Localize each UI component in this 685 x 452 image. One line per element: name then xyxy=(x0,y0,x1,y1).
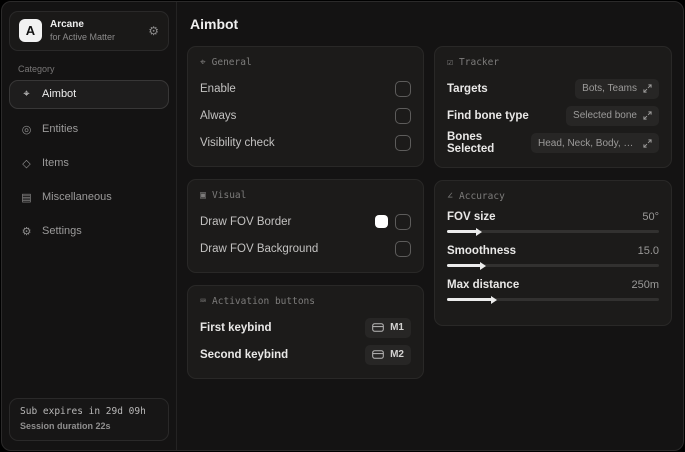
general-card-title: General xyxy=(211,57,252,68)
draw-fov-background-checkbox[interactable] xyxy=(395,240,411,257)
first-keybind-button[interactable]: M1 xyxy=(365,317,411,338)
slider-thumb[interactable] xyxy=(479,261,486,270)
angle-icon: ∠ xyxy=(447,191,454,202)
max-distance-label: Max distance xyxy=(447,279,520,291)
keyboard-icon: ⌨ xyxy=(200,296,207,307)
activation-buttons-card: ⌨ Activation buttons First keybind M1 Se… xyxy=(187,285,424,379)
crosshair-icon: ⌖ xyxy=(200,57,206,68)
sidebar-item-settings[interactable]: ⚙ Settings xyxy=(9,218,169,245)
sidebar-item-aimbot[interactable]: ⌖ Aimbot xyxy=(9,79,169,109)
draw-fov-background-label: Draw FOV Background xyxy=(200,242,319,255)
visibility-check-label: Visibility check xyxy=(200,136,275,149)
sidebar: A Arcane for Active Matter ⚙ Category ⌖ … xyxy=(2,2,177,450)
sidebar-item-entities[interactable]: ◎ Entities xyxy=(9,116,169,143)
brand-card: A Arcane for Active Matter ⚙ xyxy=(9,11,169,51)
second-keybind-row: Second keybind M2 xyxy=(200,343,411,366)
smoothness-label: Smoothness xyxy=(447,245,517,257)
draw-fov-background-row: Draw FOV Background xyxy=(200,237,411,260)
crosshair-icon: ⌖ xyxy=(23,87,30,100)
fov-size-slider[interactable] xyxy=(447,227,659,236)
fov-size-label: FOV size xyxy=(447,211,496,223)
main-panel: Aimbot ⌖ General Enable Always Visibilit… xyxy=(177,2,683,450)
session-duration-text: Session duration 22s xyxy=(20,420,111,431)
accuracy-card: ∠ Accuracy FOV size 50° Smoothness 15.0 … xyxy=(434,180,672,326)
activation-card-title: Activation buttons xyxy=(212,296,315,307)
sidebar-item-label: Aimbot xyxy=(42,88,77,101)
slider-thumb[interactable] xyxy=(475,227,482,236)
expand-icon xyxy=(643,111,652,120)
tracker-card: ☑ Tracker Targets Bots, Teams Find bone … xyxy=(434,46,672,168)
always-label: Always xyxy=(200,109,237,122)
max-distance-group: Max distance 250m xyxy=(447,279,659,304)
tracker-card-title: Tracker xyxy=(459,57,500,68)
gear-icon[interactable]: ⚙ xyxy=(148,24,159,38)
draw-fov-border-label: Draw FOV Border xyxy=(200,215,292,228)
bones-selected-label: Bones Selected xyxy=(447,131,495,155)
visibility-check-row: Visibility check xyxy=(200,131,411,154)
page-title: Aimbot xyxy=(190,16,239,32)
first-keybind-label: First keybind xyxy=(200,321,272,334)
slider-thumb[interactable] xyxy=(490,295,497,304)
entities-icon: ◎ xyxy=(21,123,32,136)
image-icon: ▣ xyxy=(200,190,207,201)
sidebar-item-label: Miscellaneous xyxy=(42,191,112,204)
targets-label: Targets xyxy=(447,82,488,95)
fov-size-group: FOV size 50° xyxy=(447,211,659,236)
enable-row: Enable xyxy=(200,77,411,100)
checkbox-icon: ☑ xyxy=(447,57,454,68)
sidebar-item-miscellaneous[interactable]: ▤ Miscellaneous xyxy=(9,184,169,211)
list-icon: ▤ xyxy=(21,191,32,204)
expand-icon xyxy=(643,138,652,148)
sidebar-item-items[interactable]: ◇ Items xyxy=(9,150,169,177)
visibility-check-checkbox[interactable] xyxy=(395,134,411,151)
smoothness-group: Smoothness 15.0 xyxy=(447,245,659,270)
mouse-icon xyxy=(372,323,384,332)
category-label: Category xyxy=(18,63,55,74)
smoothness-slider[interactable] xyxy=(447,261,659,270)
expand-icon xyxy=(643,84,652,93)
second-keybind-label: Second keybind xyxy=(200,348,289,361)
brand-subtitle: for Active Matter xyxy=(50,31,116,42)
cube-icon: ◇ xyxy=(22,157,31,170)
targets-dropdown[interactable]: Bots, Teams xyxy=(575,78,659,99)
brand-logo: A xyxy=(19,19,42,43)
visual-card: ▣ Visual Draw FOV Border Draw FOV Backgr… xyxy=(187,179,424,273)
general-card: ⌖ General Enable Always Visibility check xyxy=(187,46,424,167)
gear-icon: ⚙ xyxy=(21,225,32,238)
find-bone-type-row: Find bone type Selected bone xyxy=(447,104,659,127)
fov-size-value: 50° xyxy=(642,211,659,223)
brand-title: Arcane xyxy=(50,19,84,30)
bones-selected-dropdown[interactable]: Head, Neck, Body, Pe… xyxy=(531,133,659,153)
sub-expiry-text: Sub expires in 29d 09h xyxy=(20,406,146,418)
bones-selected-row: Bones Selected Head, Neck, Body, Pe… xyxy=(447,131,659,155)
find-bone-type-dropdown[interactable]: Selected bone xyxy=(566,105,659,126)
sidebar-item-label: Entities xyxy=(42,123,79,136)
app-window: A Arcane for Active Matter ⚙ Category ⌖ … xyxy=(1,1,684,451)
max-distance-value: 250m xyxy=(631,279,659,291)
accuracy-card-title: Accuracy xyxy=(459,191,505,202)
mouse-icon xyxy=(372,350,384,359)
draw-fov-border-row: Draw FOV Border xyxy=(200,210,411,233)
fov-border-color-swatch[interactable] xyxy=(375,215,388,228)
max-distance-slider[interactable] xyxy=(447,295,659,304)
draw-fov-border-checkbox[interactable] xyxy=(395,213,411,230)
enable-label: Enable xyxy=(200,82,236,95)
second-keybind-button[interactable]: M2 xyxy=(365,344,411,365)
targets-row: Targets Bots, Teams xyxy=(447,77,659,100)
subscription-card: Sub expires in 29d 09h Session duration … xyxy=(9,398,169,441)
sidebar-item-label: Settings xyxy=(42,225,82,238)
smoothness-value: 15.0 xyxy=(637,245,659,257)
always-checkbox[interactable] xyxy=(395,107,411,124)
visual-card-title: Visual xyxy=(212,190,247,201)
first-keybind-row: First keybind M1 xyxy=(200,316,411,339)
always-row: Always xyxy=(200,104,411,127)
find-bone-type-label: Find bone type xyxy=(447,109,529,122)
enable-checkbox[interactable] xyxy=(395,80,411,97)
sidebar-item-label: Items xyxy=(42,157,69,170)
